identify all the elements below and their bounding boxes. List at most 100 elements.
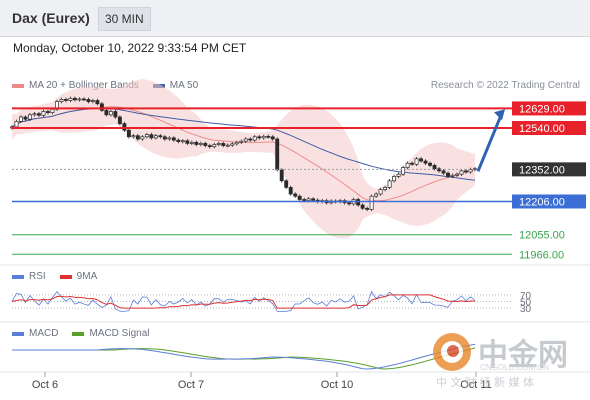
candle (72, 97, 77, 101)
candle (396, 173, 401, 177)
candle (365, 207, 370, 210)
candle (378, 189, 383, 195)
candle (464, 170, 468, 173)
candle (239, 140, 244, 143)
candle (167, 137, 172, 140)
candle (41, 111, 46, 116)
legend-item-rsi: RSI (12, 271, 46, 282)
candle (122, 123, 127, 131)
level-label: 12540.00 (519, 123, 565, 135)
candle (225, 144, 230, 147)
candle (392, 176, 397, 182)
candle (95, 100, 100, 105)
candle (176, 139, 181, 142)
candle (234, 141, 239, 145)
candle (86, 99, 91, 102)
x-tick-label: Oct 7 (178, 379, 204, 391)
candle (248, 138, 253, 141)
level-label: 12055.00 (519, 230, 565, 242)
candle (131, 135, 136, 138)
watermark: 中金网 CNGOLD.COM.CN 中 文 财 经 新 媒 体 (432, 330, 582, 392)
candle (257, 136, 262, 139)
watermark-logo-icon (433, 333, 471, 371)
candle (369, 195, 374, 210)
candle (383, 187, 388, 190)
candle (108, 111, 113, 116)
candle (230, 143, 235, 146)
candle (207, 145, 212, 148)
candle (266, 136, 271, 138)
rsi-legend: RSI 9MA (12, 271, 111, 282)
legend-label: 9MA (76, 271, 98, 282)
candle (113, 111, 118, 118)
candle (77, 98, 82, 101)
candle (153, 135, 158, 139)
candle (347, 202, 352, 205)
candle (279, 169, 284, 182)
watermark-sub: 中 文 财 经 新 媒 体 (436, 376, 534, 389)
level-label: 12206.00 (519, 196, 565, 208)
legend-label: MACD (29, 328, 59, 339)
legend-swatch (59, 274, 72, 279)
x-tick-label: Oct 6 (32, 379, 58, 391)
candle (198, 143, 203, 145)
candle (180, 140, 185, 143)
candle (459, 170, 464, 175)
candle (387, 180, 392, 188)
candle (46, 111, 50, 113)
candle (185, 140, 190, 144)
candle (90, 100, 95, 102)
candle (252, 136, 257, 141)
candle (50, 108, 55, 113)
candle (158, 135, 163, 138)
candle (59, 99, 64, 102)
candle (293, 193, 298, 197)
candle (37, 113, 41, 116)
macd-line (12, 343, 476, 370)
candle (216, 143, 221, 145)
candle (81, 98, 86, 101)
candle (221, 143, 226, 146)
candle (374, 193, 379, 197)
candle (432, 165, 437, 170)
legend-item-macd-signal: MACD Signal (72, 328, 149, 339)
rsi-level-label: 30 (520, 304, 532, 315)
candle (302, 199, 307, 201)
candle (410, 162, 415, 165)
candle (311, 198, 316, 201)
candle (189, 141, 194, 144)
candle (171, 137, 176, 141)
candle (284, 180, 289, 188)
candle (194, 141, 199, 145)
legend-swatch (12, 274, 24, 279)
candle (135, 135, 140, 140)
candle (455, 173, 459, 176)
candle (423, 160, 428, 164)
legend-swatch (72, 331, 85, 336)
candle (63, 99, 68, 101)
candle (441, 170, 446, 174)
legend-swatch (12, 331, 24, 336)
candle (19, 116, 23, 122)
candle (162, 136, 167, 140)
candle (104, 110, 109, 116)
candle (419, 158, 424, 162)
candle (356, 199, 361, 206)
candle (117, 116, 122, 124)
legend-label: RSI (29, 271, 46, 282)
level-label: 12629.00 (519, 103, 565, 115)
candle (28, 114, 32, 120)
candle (275, 138, 280, 171)
legend-item-macd: MACD (12, 328, 58, 339)
candle (14, 121, 19, 128)
candle (144, 134, 149, 138)
candle (450, 174, 455, 177)
candle (32, 113, 37, 116)
forecast-arrow (476, 114, 503, 172)
level-label: 12352.00 (519, 164, 565, 176)
candle (428, 162, 432, 166)
candle (405, 162, 410, 168)
candle (203, 143, 208, 146)
candle (360, 204, 365, 209)
candle (306, 198, 311, 201)
